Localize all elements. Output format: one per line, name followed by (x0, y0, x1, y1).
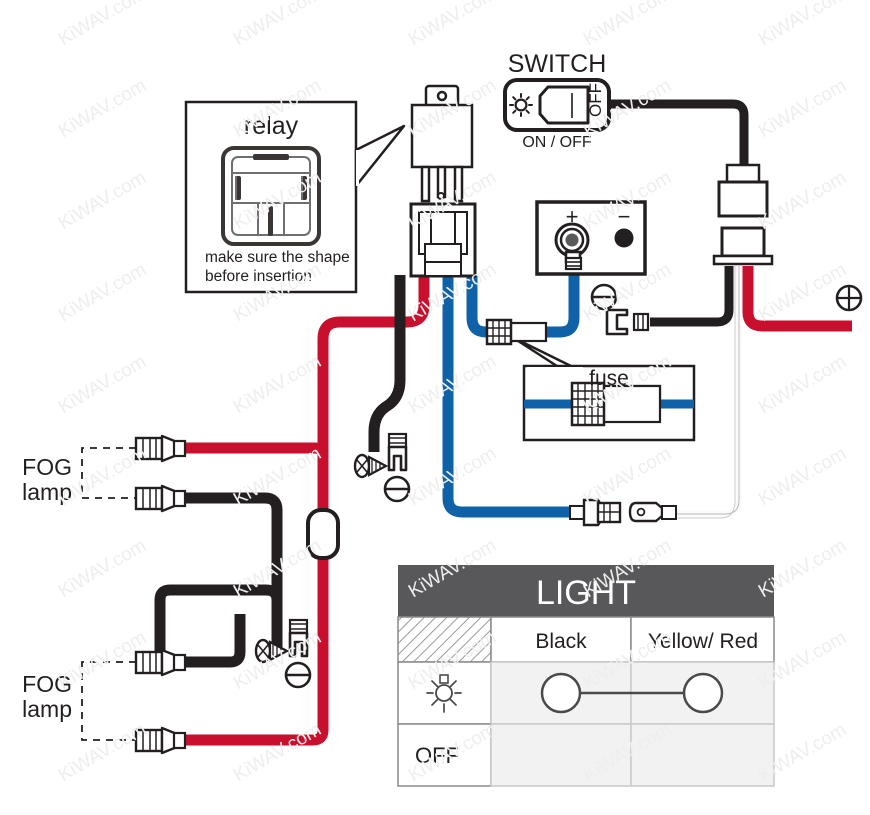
relay-callout-title: relay (244, 112, 299, 140)
relay-callout-pointer (354, 124, 406, 188)
fork-terminal-icon (387, 432, 408, 472)
crosshair-screw-icon (835, 284, 863, 312)
battery-minus-label: − (618, 204, 631, 229)
screw-head-icon (383, 475, 411, 503)
fork-terminal-icon (605, 308, 650, 336)
battery-negative-terminal (614, 228, 634, 248)
black-wire-fog-lamps (170, 492, 283, 648)
spade-terminal-icon (134, 484, 187, 513)
fork-terminal-icon (288, 618, 309, 658)
black-wire-switch-to-connector (610, 99, 749, 170)
light-switch-table: LIGHT Black Yellow/ Red OFF (397, 565, 775, 787)
red-wire-splice (306, 508, 340, 560)
spade-terminal-icon (134, 434, 187, 463)
fog-lamp-brackets (81, 447, 136, 741)
wiring-diagram: relay make sure the shape before inserti… (0, 0, 870, 815)
right-connector-pair (712, 163, 774, 266)
relay-shape-glyph (221, 146, 321, 246)
screw-head-icon (284, 661, 312, 689)
relay-note-line1: make sure the shape (205, 249, 350, 266)
table-column-yellow-red: Yellow/ Red (648, 630, 758, 653)
red-wire-branch-upper-fog (170, 442, 329, 456)
relay-socket (409, 202, 477, 278)
ground-terminal-group-lower (254, 618, 312, 689)
battery-plus-label: + (566, 204, 579, 229)
spade-terminal-icon (134, 726, 187, 755)
ground-terminal-group-upper (353, 432, 411, 503)
relay-component (410, 84, 474, 203)
black-wire-relay-to-ground (368, 275, 406, 452)
wiring-schematic-canvas: relay make sure the shape before inserti… (22, 50, 863, 787)
battery-ground-terminal-group (590, 283, 650, 336)
bullet-connector-pair (569, 498, 677, 527)
table-column-black: Black (535, 630, 587, 653)
fog-lamp-2-line1: FOG (22, 671, 72, 697)
switch-off-label: OFF (586, 83, 605, 117)
switch-title: SWITCH (508, 50, 607, 78)
switch-caption: ON / OFF (522, 134, 592, 151)
black-wire-connector-to-ground (650, 266, 734, 327)
table-row-off-label: OFF (415, 743, 459, 768)
fuse-callout-title: fuse (589, 367, 629, 390)
screw-icon (353, 453, 389, 479)
table-header-title: LIGHT (536, 574, 636, 612)
inline-fuse-holder (485, 318, 548, 346)
relay-note-line2: before insertion (205, 268, 312, 285)
fog-lamp-1-line2: lamp (22, 479, 72, 505)
fog-lamp-1-line1: FOG (22, 454, 72, 480)
spade-terminal-icon (134, 648, 187, 677)
fog-lamp-2-line2: lamp (22, 696, 72, 722)
screw-head-icon (590, 283, 618, 311)
